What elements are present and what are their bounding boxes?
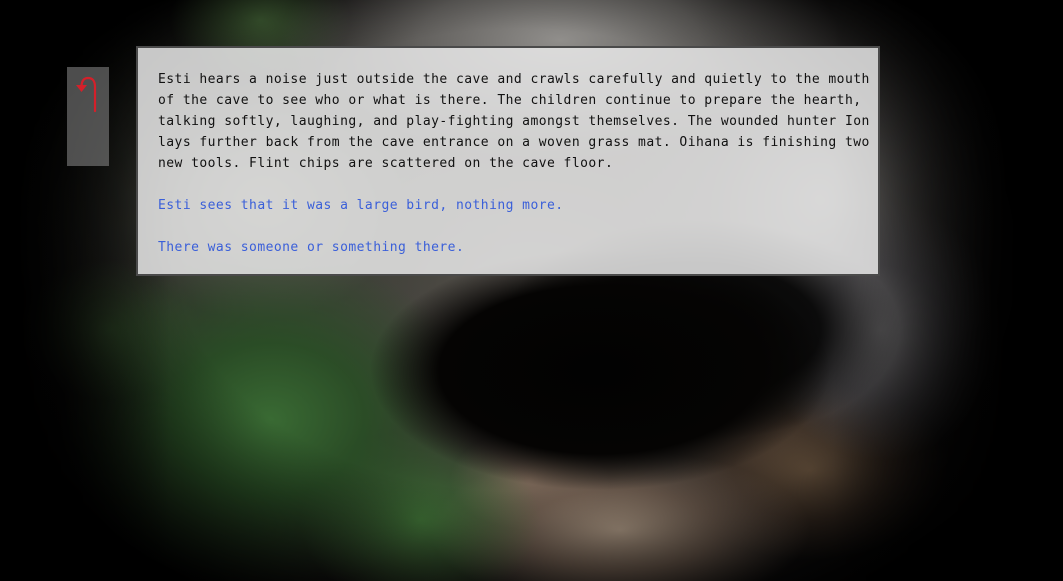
game-scene: Esti hears a noise just outside the cave… xyxy=(0,0,1063,581)
u-turn-back-arrow-icon xyxy=(76,76,97,113)
story-content: Esti hears a noise just outside the cave… xyxy=(158,69,870,258)
story-panel: Esti hears a noise just outside the cave… xyxy=(136,46,880,276)
choice-option-someone[interactable]: There was someone or something there. xyxy=(158,237,870,258)
back-button[interactable] xyxy=(67,67,109,166)
narrative-text: Esti hears a noise just outside the cave… xyxy=(158,72,870,171)
choice-option-bird[interactable]: Esti sees that it was a large bird, noth… xyxy=(158,195,870,216)
